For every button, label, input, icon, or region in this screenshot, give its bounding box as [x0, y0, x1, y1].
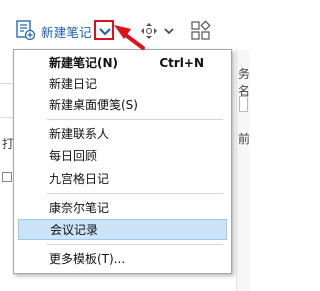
layout-grid-icon [190, 20, 212, 45]
menu-separator [47, 244, 223, 245]
menu-item-cornell-notes[interactable]: 康奈尔笔记 [18, 197, 227, 218]
menu-item-new-note[interactable]: 新建笔记(N) Ctrl+N [18, 52, 227, 73]
menu-item-new-contact[interactable]: 新建联系人 [18, 123, 227, 144]
menu-item-label: 康奈尔笔记 [49, 201, 110, 215]
menu-item-label: 新建联系人 [49, 127, 110, 141]
menu-item-more-templates[interactable]: 更多模板(T)... [18, 248, 227, 269]
checkbox-icon [2, 172, 12, 182]
menu-item-label: 新建桌面便笺(S) [49, 98, 138, 112]
menu-item-label: 更多模板(T)... [49, 252, 126, 266]
scroll-handle [239, 96, 248, 112]
new-note-label: 新建笔记 [41, 24, 92, 40]
menu-item-meeting-minutes[interactable]: 会议记录 [18, 219, 227, 240]
layout-button[interactable] [190, 20, 212, 42]
menu-item-label: 每日回顾 [49, 149, 98, 163]
navigation-button[interactable] [139, 21, 179, 41]
menu-item-daily-review[interactable]: 每日回顾 [18, 145, 227, 166]
menu-item-label: 九宫格日记 [49, 172, 110, 186]
background-text-fragment: 务名 [238, 67, 251, 98]
menu-item-nine-grid-diary[interactable]: 九宫格日记 [18, 168, 227, 189]
background-text-fragment: 前 [238, 132, 251, 146]
right-background-panel: 务名 前 [236, 50, 251, 291]
highlight-box [94, 20, 114, 40]
menu-separator [47, 193, 223, 194]
toolbar: 新建笔记 [0, 0, 248, 50]
new-note-button[interactable]: 新建笔记 [14, 19, 92, 43]
new-note-dropdown-menu: 新建笔记(N) Ctrl+N 新建日记 新建桌面便笺(S) 新建联系人 每日回顾… [13, 49, 232, 274]
navigation-icon [139, 23, 179, 44]
menu-item-label: 新建笔记(N) [49, 56, 119, 70]
menu-item-new-diary[interactable]: 新建日记 [18, 73, 227, 94]
new-note-icon [14, 19, 36, 44]
menu-item-label: 会议记录 [50, 223, 99, 237]
menu-item-shortcut: Ctrl+N [159, 55, 204, 70]
menu-item-new-desktop-sticky[interactable]: 新建桌面便笺(S) [18, 94, 227, 115]
menu-separator [47, 119, 223, 120]
menu-item-label: 新建日记 [49, 77, 98, 91]
